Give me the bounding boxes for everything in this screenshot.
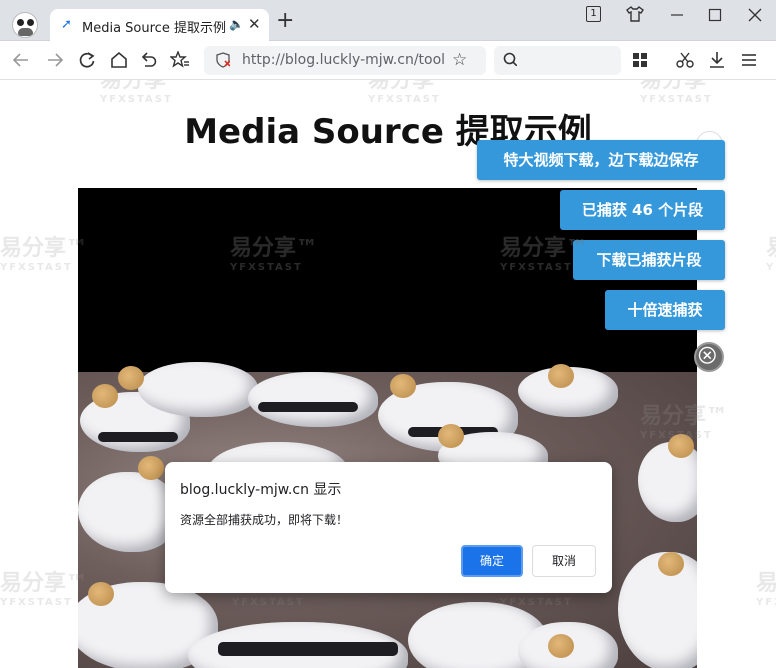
home-icon[interactable]: [110, 51, 128, 69]
minimize-icon[interactable]: [670, 8, 684, 22]
watermark: 易分享™YFXSTAST: [0, 236, 89, 273]
tab-count-icon[interactable]: 1: [586, 6, 601, 22]
watermark: 易分享™YFXSTAST: [100, 80, 189, 105]
dialog-message: 资源全部捕获成功，即将下载！: [180, 513, 349, 527]
watermark: 易分享™YFXSTAST: [756, 571, 776, 608]
address-bar[interactable]: http://blog.luckly-mjw.cn/tool ☆: [204, 46, 486, 75]
scissors-icon[interactable]: [676, 51, 694, 69]
cancel-button[interactable]: 取消: [532, 545, 596, 577]
browser-logo-icon[interactable]: [12, 12, 38, 38]
dialog-title: blog.luckly-mjw.cn 显示: [180, 482, 342, 498]
audio-icon[interactable]: 🔈: [229, 17, 244, 31]
browser-titlebar: ➚ Media Source 提取示例 🔈 ✕ + 1: [0, 0, 776, 42]
tab-title: Media Source 提取示例: [82, 21, 226, 36]
search-box[interactable]: [494, 46, 621, 75]
maximize-icon[interactable]: [708, 8, 722, 22]
address-url[interactable]: http://blog.luckly-mjw.cn/tool: [242, 52, 446, 68]
reload-icon[interactable]: [78, 51, 96, 69]
close-circle-icon[interactable]: [694, 342, 724, 372]
speed-capture-button[interactable]: 十倍速捕获: [605, 290, 725, 330]
download-icon[interactable]: [708, 51, 726, 69]
close-window-icon[interactable]: [748, 8, 762, 22]
captured-count-button[interactable]: 已捕获 46 个片段: [560, 190, 725, 230]
page-content: Media Source 提取示例 特大视频下载，边下载边保存 已捕获 46 个…: [0, 80, 776, 668]
browser-toolbar: http://blog.luckly-mjw.cn/tool ☆: [0, 41, 776, 80]
watermark: 易分享™YFXSTAST: [640, 80, 729, 105]
big-video-download-button[interactable]: 特大视频下载，边下载边保存: [477, 140, 725, 180]
watermark: 易分享™YFXSTAST: [766, 236, 776, 273]
shirt-icon[interactable]: [626, 6, 644, 22]
ok-button[interactable]: 确定: [461, 545, 523, 577]
back-icon[interactable]: [12, 51, 30, 69]
forward-icon[interactable]: [46, 51, 64, 69]
favorites-icon[interactable]: [170, 51, 190, 69]
security-shield-icon[interactable]: [216, 52, 230, 68]
watermark: 易分享™YFXSTAST: [0, 571, 89, 608]
close-tab-icon[interactable]: ✕: [248, 15, 261, 33]
alert-dialog: blog.luckly-mjw.cn 显示 资源全部捕获成功，即将下载！ 确定 …: [165, 462, 612, 593]
browser-tab[interactable]: ➚ Media Source 提取示例 🔈 ✕: [50, 9, 269, 42]
download-captured-button[interactable]: 下载已捕获片段: [573, 240, 725, 280]
new-tab-icon[interactable]: +: [276, 10, 294, 32]
star-icon[interactable]: ☆: [452, 50, 467, 70]
menu-icon[interactable]: [741, 52, 757, 68]
undo-icon[interactable]: [139, 51, 157, 69]
tab-favicon-icon: ➚: [61, 17, 72, 32]
watermark: 易分享™YFXSTAST: [368, 80, 457, 105]
apps-grid-icon[interactable]: [632, 52, 648, 68]
search-icon[interactable]: [503, 52, 517, 66]
